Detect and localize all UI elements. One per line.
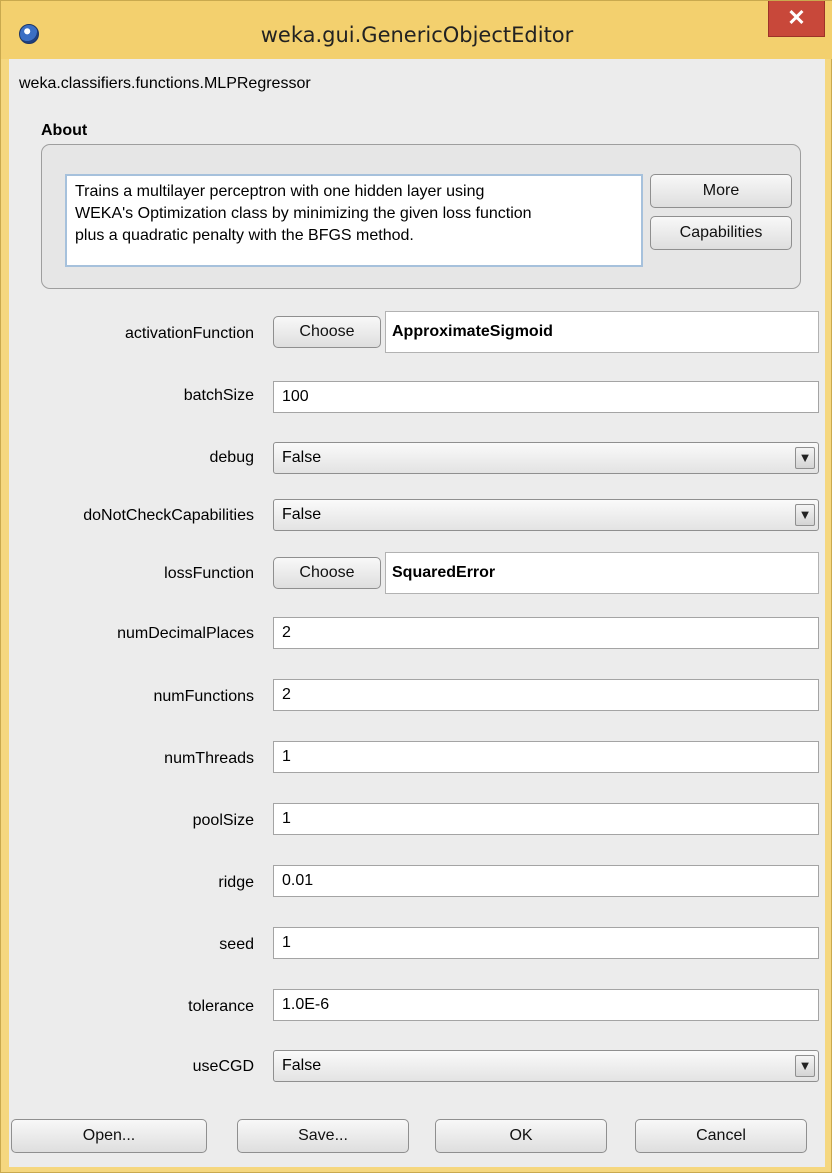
cancel-button[interactable]: Cancel [635, 1119, 807, 1153]
save-button[interactable]: Save... [237, 1119, 409, 1153]
about-section: Trains a multilayer perceptron with one … [41, 144, 801, 289]
about-line: WEKA's Optimization class by minimizing … [75, 205, 532, 222]
batch-size-input[interactable]: 100 [273, 381, 819, 413]
about-line: plus a quadratic penalty with the BFGS m… [75, 227, 414, 244]
ridge-label: ridge [218, 874, 254, 891]
ridge-input[interactable]: 0.01 [273, 865, 819, 897]
seed-input[interactable]: 1 [273, 927, 819, 959]
seed-label: seed [219, 936, 254, 953]
use-cgd-label: useCGD [192, 1058, 254, 1075]
debug-select-value: False [282, 449, 322, 466]
capabilities-button[interactable]: Capabilities [650, 216, 792, 250]
activation-function-label: activationFunction [125, 325, 254, 342]
window-title: weka.gui.GenericObjectEditor [260, 23, 574, 47]
about-description: Trains a multilayer perceptron with one … [65, 174, 643, 267]
do-not-check-capabilities-label: doNotCheckCapabilities [83, 507, 254, 524]
tolerance-label: tolerance [188, 998, 254, 1015]
num-decimal-places-input[interactable]: 2 [273, 617, 819, 649]
use-cgd-value: False [282, 1057, 322, 1074]
pool-size-label: poolSize [192, 812, 254, 829]
title-bar[interactable]: weka.gui.GenericObjectEditor ✕ [1, 1, 832, 59]
num-decimal-places-label: numDecimalPlaces [117, 625, 254, 642]
tolerance-input[interactable]: 1.0E-6 [273, 989, 819, 1021]
activation-function-field[interactable]: ApproximateSigmoid [385, 311, 819, 353]
chevron-down-icon[interactable]: ▼ [795, 447, 815, 469]
activation-function-choose-button[interactable]: Choose [273, 316, 381, 348]
chevron-down-icon[interactable]: ▼ [795, 504, 815, 526]
class-name-label: weka.classifiers.functions.MLPRegressor [19, 75, 311, 92]
about-section-title: About [41, 122, 88, 139]
generic-object-editor-window: weka.gui.GenericObjectEditor ✕ weka.clas… [0, 0, 832, 1173]
loss-function-choose-button[interactable]: Choose [273, 557, 381, 589]
do-not-check-capabilities-select[interactable]: False ▼ [273, 499, 819, 531]
more-button[interactable]: More [650, 174, 792, 208]
do-not-check-capabilities-value: False [282, 506, 322, 523]
about-line: Trains a multilayer perceptron with one … [75, 183, 485, 200]
debug-label: debug [209, 449, 255, 466]
num-functions-input[interactable]: 2 [273, 679, 819, 711]
open-button[interactable]: Open... [11, 1119, 207, 1153]
chevron-down-icon[interactable]: ▼ [795, 1055, 815, 1077]
use-cgd-select[interactable]: False ▼ [273, 1050, 819, 1082]
num-threads-input[interactable]: 1 [273, 741, 819, 773]
loss-function-field[interactable]: SquaredError [385, 552, 819, 594]
pool-size-input[interactable]: 1 [273, 803, 819, 835]
editor-panel: weka.classifiers.functions.MLPRegressor … [9, 59, 825, 1167]
loss-function-label: lossFunction [164, 565, 254, 582]
num-functions-label: numFunctions [153, 688, 255, 705]
num-threads-label: numThreads [164, 750, 254, 767]
batch-size-label: batchSize [183, 387, 254, 404]
debug-select[interactable]: False ▼ [273, 442, 819, 474]
close-button[interactable]: ✕ [768, 1, 825, 37]
ok-button[interactable]: OK [435, 1119, 607, 1153]
